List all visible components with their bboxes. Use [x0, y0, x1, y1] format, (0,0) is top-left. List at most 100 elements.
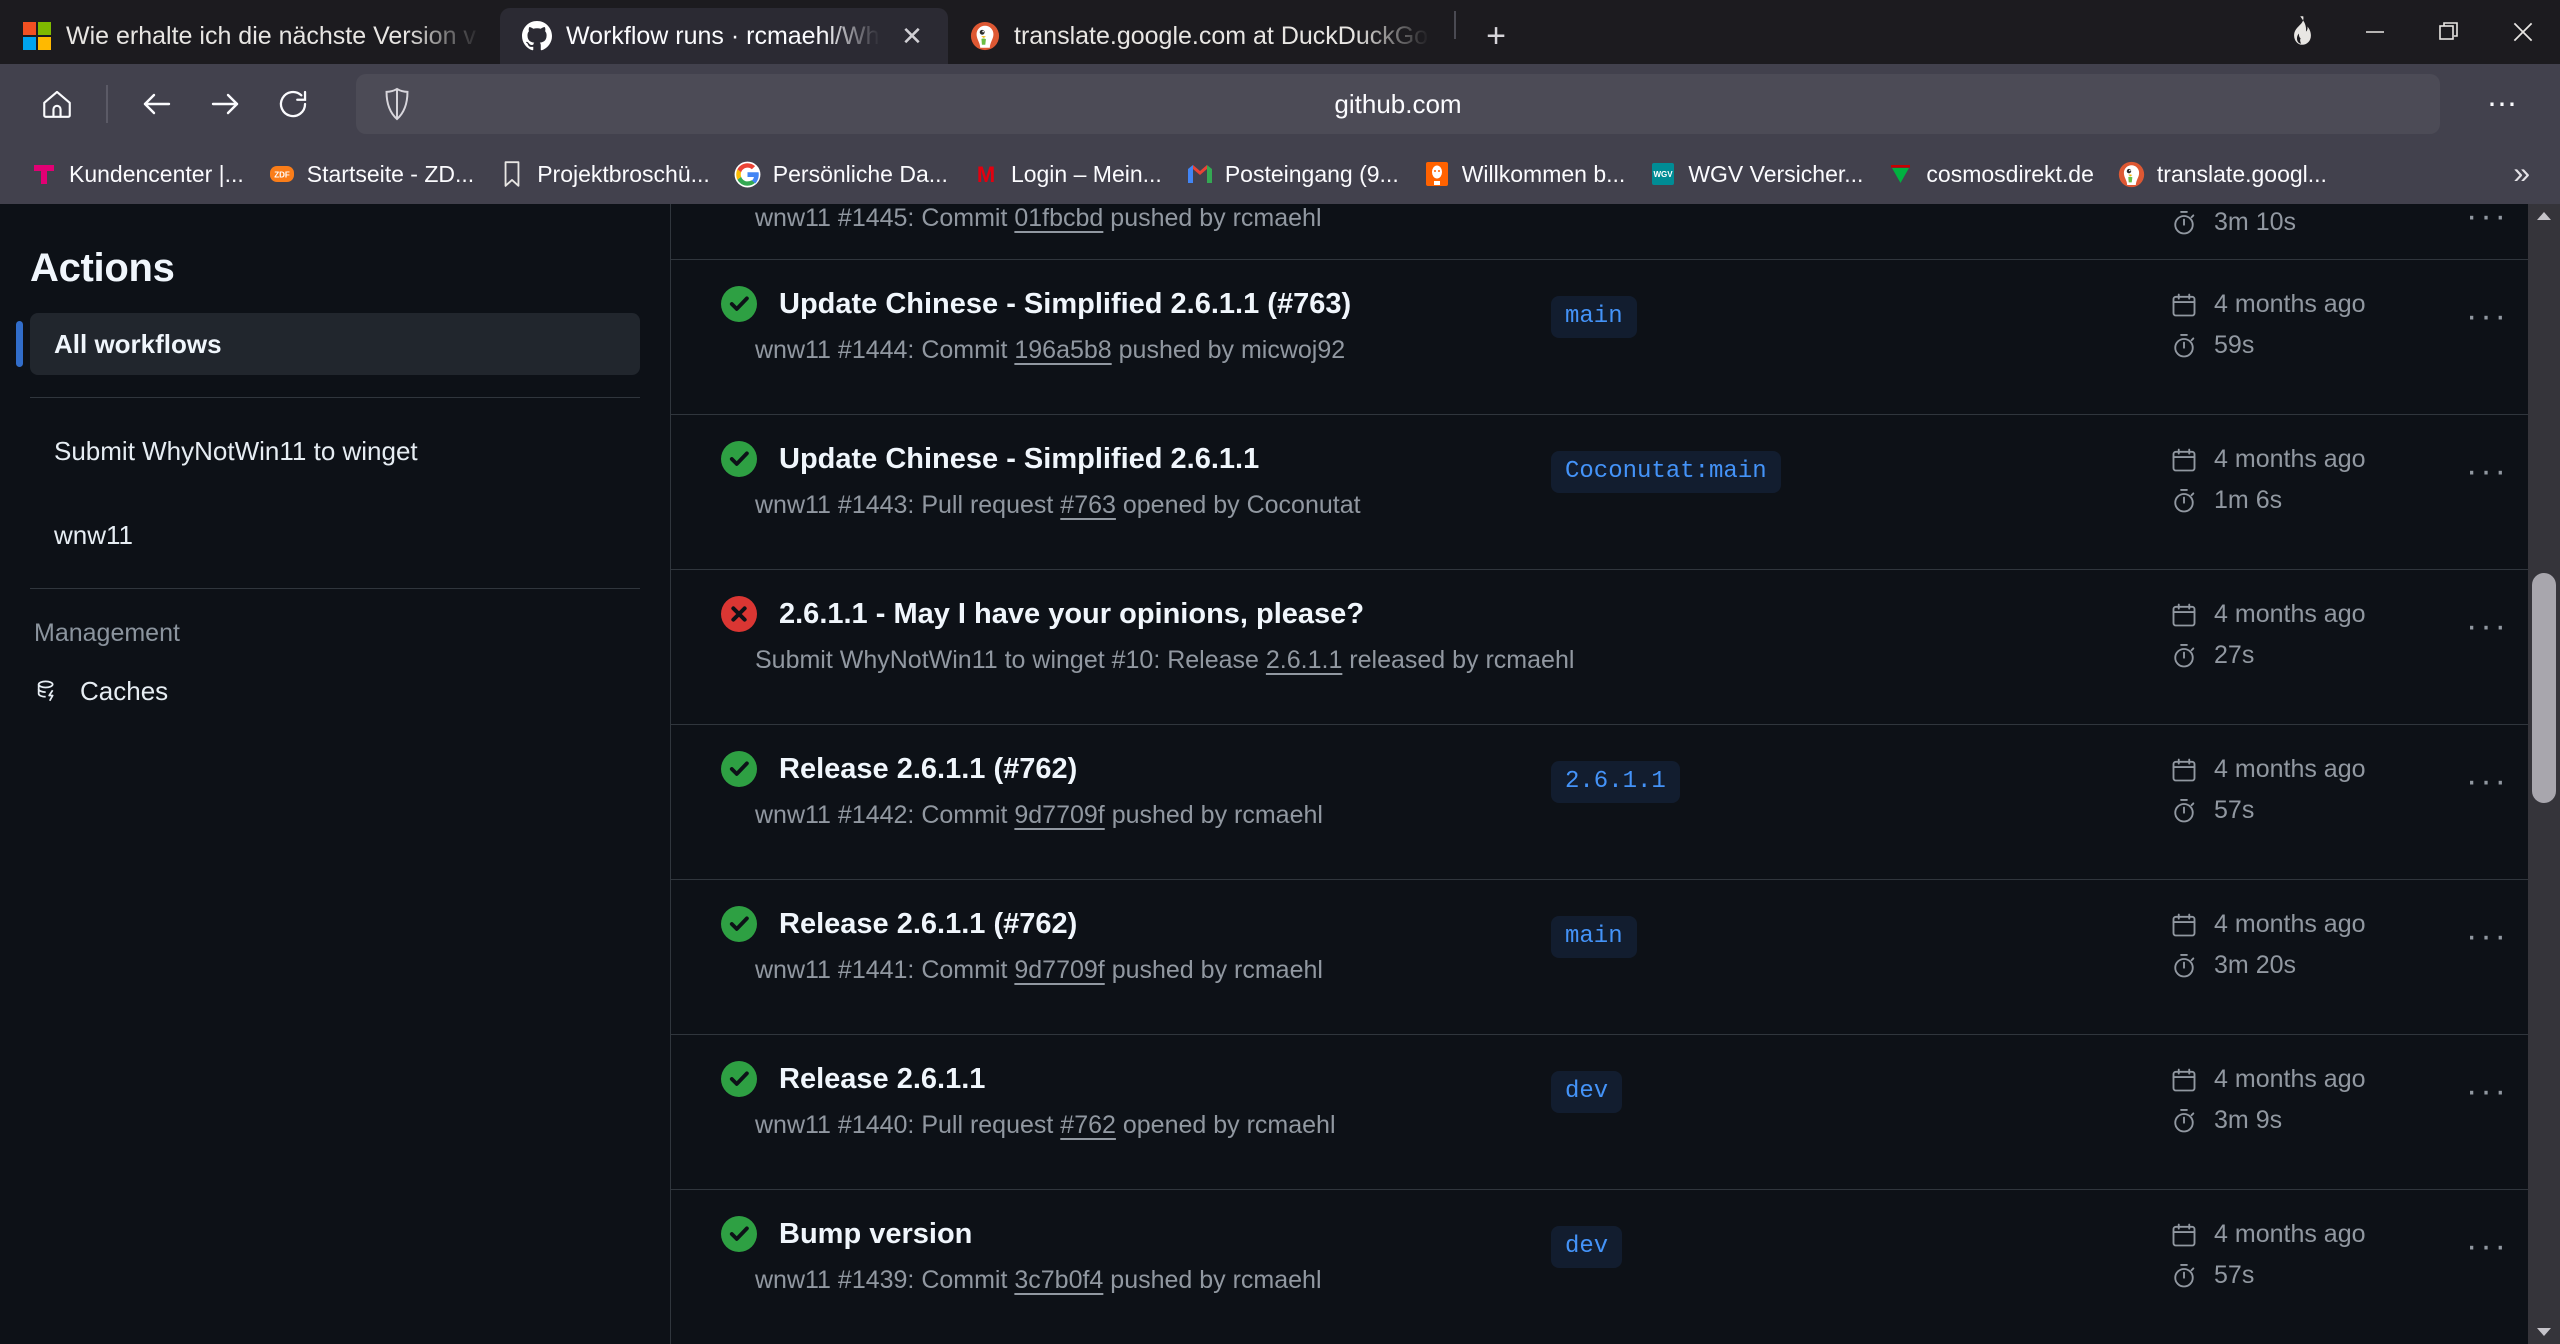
flame-icon[interactable] — [2264, 0, 2338, 64]
browser-tab-2[interactable]: Workflow runs · rcmaehl/WhyNot ✕ — [500, 8, 948, 64]
scroll-down-arrow-icon[interactable] — [2528, 1320, 2560, 1344]
window-controls — [2264, 0, 2560, 64]
row-menu-button[interactable]: ··· — [2466, 755, 2509, 798]
back-arrow-icon[interactable] — [128, 75, 186, 133]
shield-icon[interactable] — [382, 87, 416, 121]
run-meta: 4 months ago 3m 20s ··· — [2111, 906, 2559, 980]
table-row[interactable]: Release 2.6.1.1 (#762) wnw11 #1441: Comm… — [671, 880, 2559, 1035]
scroll-up-arrow-icon[interactable] — [2528, 204, 2560, 228]
run-subtitle-prefix: wnw11 #1439: Commit — [755, 1266, 1015, 1294]
close-window-button[interactable] — [2486, 0, 2560, 64]
run-subtitle-suffix: pushed by micwoj92 — [1111, 336, 1346, 364]
bookmark-label: translate.googl... — [2156, 160, 2327, 187]
commit-link[interactable]: 3c7b0f4 — [1014, 1266, 1103, 1294]
bookmark-item[interactable]: translate.googl... — [2106, 154, 2339, 194]
bookmarks-overflow-icon[interactable]: » — [2513, 157, 2544, 191]
bookmark-item[interactable]: WGV WGV Versicher... — [1637, 154, 1875, 194]
age-text: 4 months ago — [2214, 290, 2366, 318]
branch-badge[interactable]: main — [1551, 916, 1637, 958]
sidebar-item-submit-winget[interactable]: Submit WhyNotWin11 to winget — [30, 420, 640, 482]
runs-container: wnw11 #1445: Commit 01fbcbd pushed by rc… — [670, 204, 2560, 1344]
forward-arrow-icon[interactable] — [196, 75, 254, 133]
row-menu-button[interactable]: ··· — [2466, 600, 2509, 643]
workflow-runs-list: wnw11 #1445: Commit 01fbcbd pushed by rc… — [670, 204, 2560, 1344]
commit-link[interactable]: 9d7709f — [1014, 801, 1104, 829]
maximize-button[interactable] — [2412, 0, 2486, 64]
close-icon[interactable]: ✕ — [894, 18, 930, 54]
pull-request-link[interactable]: #762 — [1060, 1111, 1116, 1139]
bookmark-item[interactable]: M Login – Mein... — [960, 154, 1174, 194]
vertical-scrollbar[interactable] — [2528, 204, 2560, 1344]
row-menu-button[interactable]: ··· — [2466, 445, 2509, 488]
table-row[interactable]: 2.6.1.1 - May I have your opinions, plea… — [671, 570, 2559, 725]
run-duration: 57s — [2170, 1261, 2420, 1290]
commit-link[interactable]: 9d7709f — [1014, 956, 1104, 984]
duration-text: 1m 6s — [2214, 486, 2283, 514]
reload-icon[interactable] — [264, 75, 322, 133]
bookmark-icon — [498, 160, 526, 188]
duration-text: 57s — [2214, 796, 2255, 824]
run-subtitle-prefix: wnw11 #1440: Pull request — [755, 1111, 1061, 1139]
row-menu-button[interactable]: ··· — [2466, 290, 2509, 333]
row-menu-button[interactable]: ··· — [2466, 204, 2509, 233]
table-row[interactable]: wnw11 #1445: Commit 01fbcbd pushed by rc… — [671, 204, 2559, 260]
run-duration: 3m 10s — [2170, 208, 2420, 237]
run-title[interactable]: Release 2.6.1.1 (#762) — [779, 908, 1077, 941]
scrollbar-track[interactable] — [2528, 228, 2560, 1320]
scrollbar-thumb[interactable] — [2532, 573, 2556, 803]
row-menu-button[interactable]: ··· — [2466, 910, 2509, 953]
table-row[interactable]: Update Chinese - Simplified 2.6.1.1 wnw1… — [671, 415, 2559, 570]
run-title[interactable]: Update Chinese - Simplified 2.6.1.1 (#76… — [779, 288, 1351, 321]
bookmark-item[interactable]: Kundencenter |... — [18, 154, 256, 194]
bookmark-item[interactable]: cosmosdirekt.de — [1875, 154, 2105, 194]
bookmark-label: Startseite - ZD... — [306, 160, 475, 187]
row-menu-button[interactable]: ··· — [2466, 1065, 2509, 1108]
duration-text: 59s — [2214, 331, 2255, 359]
sidebar-item-caches[interactable]: Caches — [0, 648, 670, 707]
run-title[interactable]: Update Chinese - Simplified 2.6.1.1 — [779, 443, 1259, 476]
duckduckgo-icon — [970, 21, 1000, 51]
branch-badge[interactable]: main — [1551, 296, 1637, 338]
branch-badge[interactable]: dev — [1551, 1226, 1623, 1268]
new-tab-button[interactable]: + — [1468, 8, 1524, 64]
run-title[interactable]: 2.6.1.1 - May I have your opinions, plea… — [779, 598, 1364, 631]
table-row[interactable]: Release 2.6.1.1 wnw11 #1440: Pull reques… — [671, 1035, 2559, 1190]
sidebar-item-wnw11[interactable]: wnw11 — [30, 504, 640, 566]
bookmark-item[interactable]: Posteingang (9... — [1174, 154, 1411, 194]
pull-request-link[interactable]: #763 — [1060, 491, 1116, 519]
browser-tab-1[interactable]: Wie erhalte ich die nächste Version v — [0, 8, 500, 64]
app-menu-button[interactable]: ⋯ — [2474, 75, 2532, 133]
row-menu-button[interactable]: ··· — [2466, 1220, 2509, 1263]
sidebar-item-all-workflows[interactable]: All workflows — [16, 313, 640, 375]
commit-link[interactable]: 01fbcbd — [1014, 204, 1103, 232]
run-subtitle-suffix: pushed by rcmaehl — [1104, 801, 1323, 829]
release-link[interactable]: 2.6.1.1 — [1266, 646, 1342, 674]
meta-stack: 4 months ago 27s — [2170, 600, 2420, 670]
branch-badge[interactable]: Coconutat:main — [1551, 451, 1781, 493]
google-icon — [734, 160, 762, 188]
minimize-button[interactable] — [2338, 0, 2412, 64]
run-title[interactable]: Release 2.6.1.1 — [779, 1063, 985, 1096]
branch-badge[interactable]: 2.6.1.1 — [1551, 761, 1680, 803]
table-row[interactable]: Release 2.6.1.1 (#762) wnw11 #1442: Comm… — [671, 725, 2559, 880]
sidebar-section-management: Management — [34, 619, 180, 647]
bookmark-item[interactable]: Willkommen b... — [1411, 154, 1638, 194]
bookmark-item[interactable]: Projektbroschü... — [486, 154, 722, 194]
table-row[interactable]: Bump version wnw11 #1439: Commit 3c7b0f4… — [671, 1190, 2559, 1344]
duration-text: 57s — [2214, 1261, 2255, 1289]
commit-link[interactable]: 196a5b8 — [1014, 336, 1111, 364]
home-icon[interactable] — [28, 75, 86, 133]
run-title[interactable]: Bump version — [779, 1218, 972, 1251]
table-row[interactable]: Update Chinese - Simplified 2.6.1.1 (#76… — [671, 260, 2559, 415]
github-icon — [522, 21, 552, 51]
meta-stack: 4 months ago 1m 6s — [2170, 445, 2420, 515]
bookmark-item[interactable]: Persönliche Da... — [722, 154, 960, 194]
branch-badge[interactable]: dev — [1551, 1071, 1623, 1113]
bookmark-item[interactable]: ZDF Startseite - ZD... — [256, 154, 486, 194]
browser-tab-3[interactable]: translate.google.com at DuckDuckGo — [948, 8, 1448, 64]
sidebar-item-label: wnw11 — [54, 519, 134, 550]
url-text: github.com — [1334, 88, 1462, 119]
address-bar[interactable]: github.com — [356, 74, 2440, 134]
run-title[interactable]: Release 2.6.1.1 (#762) — [779, 753, 1077, 786]
cache-icon — [34, 678, 62, 706]
